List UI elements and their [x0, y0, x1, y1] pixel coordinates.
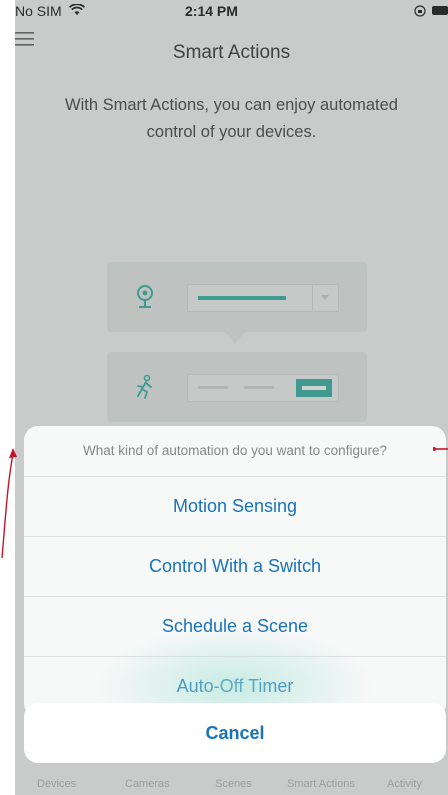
action-sheet-title: What kind of automation do you want to c…	[24, 426, 446, 477]
annotation-arrow-left	[1, 448, 17, 559]
tab-cameras[interactable]: Cameras	[125, 778, 170, 790]
option-motion-sensing[interactable]: Motion Sensing	[24, 477, 446, 537]
tab-bar: Devices Cameras Scenes Smart Actions Act…	[15, 770, 448, 795]
tab-smart-actions[interactable]: Smart Actions	[287, 778, 355, 790]
tab-scenes[interactable]: Scenes	[215, 778, 252, 790]
option-control-with-switch[interactable]: Control With a Switch	[24, 537, 446, 597]
annotation-pointer-right	[433, 447, 448, 451]
tab-activity[interactable]: Activity	[387, 778, 422, 790]
cancel-button[interactable]: Cancel	[24, 703, 446, 763]
app-screen: No SIM 2:14 PM Smart Actions With Smart …	[15, 0, 448, 795]
action-sheet: What kind of automation do you want to c…	[24, 426, 446, 718]
tab-devices[interactable]: Devices	[37, 778, 76, 790]
